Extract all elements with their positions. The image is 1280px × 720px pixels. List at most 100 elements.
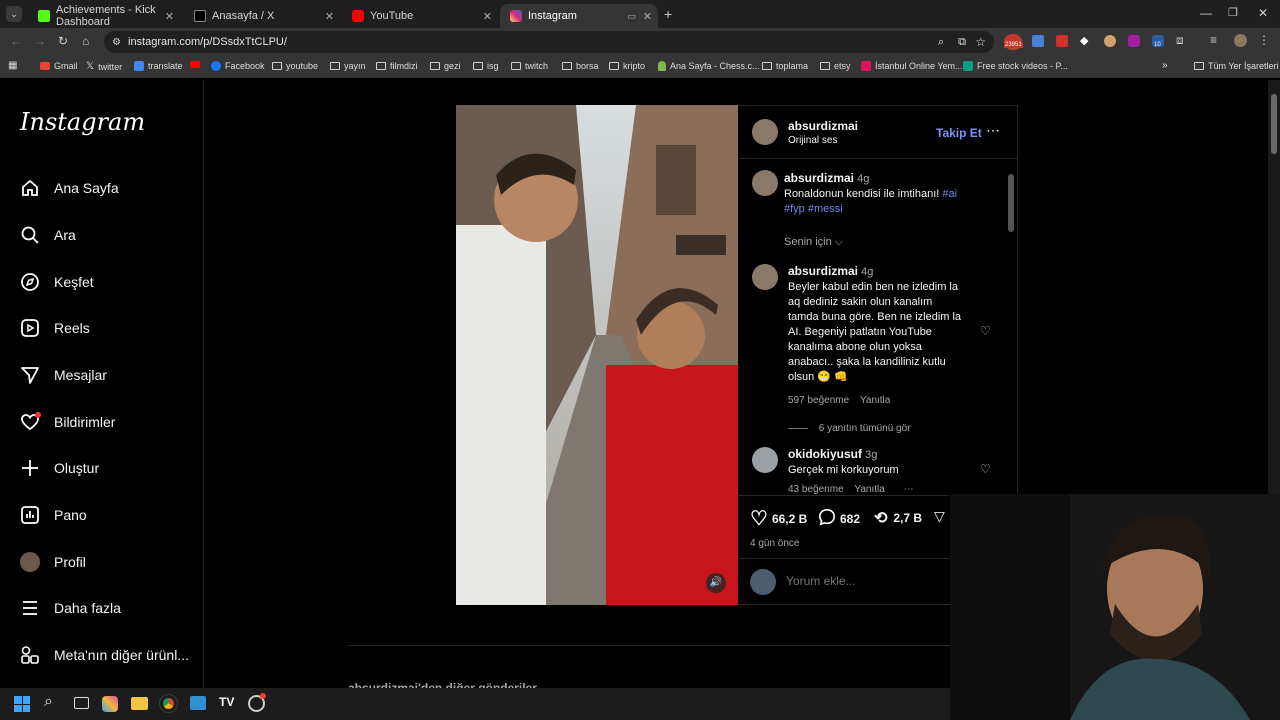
comment-button[interactable]: 682 — [818, 508, 860, 529]
close-icon[interactable]: ✕ — [165, 10, 174, 23]
comment-username[interactable]: absurdizmai — [788, 264, 858, 278]
nav-notifications[interactable]: Bildirimler — [20, 407, 115, 437]
extension-icon[interactable] — [1104, 35, 1116, 47]
bookmark-chess[interactable]: Ana Sayfa - Chess.c... — [658, 61, 760, 71]
bookmark-folder[interactable]: youtube — [272, 61, 318, 71]
tab-kick[interactable]: Achievements - Kick Dashboard ✕ — [28, 4, 180, 28]
forward-icon[interactable]: → — [34, 34, 46, 48]
tab-youtube[interactable]: YouTube ✕ — [342, 4, 498, 28]
install-app-icon[interactable]: ⧉ — [958, 36, 966, 49]
author-avatar[interactable] — [752, 119, 778, 145]
nav-messages[interactable]: Mesajlar — [20, 360, 107, 390]
close-window-button[interactable]: ✕ — [1258, 6, 1268, 20]
hashtag[interactable]: #messi — [808, 203, 843, 215]
nav-profile[interactable]: Profil — [20, 547, 86, 577]
audio-label[interactable]: Orijinal ses — [788, 135, 837, 146]
bookmark-folder[interactable]: twitch — [511, 61, 548, 71]
extension-icon[interactable] — [1128, 35, 1140, 47]
comment-filter[interactable]: Senin için ⌵ — [784, 236, 843, 249]
kebab-menu-icon[interactable]: ⋮ — [1258, 33, 1270, 47]
address-bar[interactable]: ⚙ instagram.com/p/DSsdxTtCLPU/ ⌕ ⧉ ☆ — [104, 31, 994, 53]
share-icon[interactable]: ▽ — [934, 508, 945, 525]
puzzle-icon[interactable]: ⧈ — [1176, 33, 1184, 48]
bookmark-folder[interactable]: yayın — [330, 61, 366, 71]
adblock-extension-icon[interactable] — [1056, 35, 1068, 47]
comments-list[interactable]: absurdizmai 4g Ronaldonun kendisi ile im… — [738, 160, 1018, 494]
follow-button[interactable]: Takip Et — [936, 126, 982, 140]
copilot-icon[interactable] — [102, 696, 118, 712]
mute-icon[interactable]: 🔊 — [706, 573, 726, 593]
hashtag[interactable]: #ai — [942, 188, 957, 200]
nav-explore[interactable]: Keşfet — [20, 267, 94, 297]
bookmark-folder[interactable]: etsy — [820, 61, 851, 71]
reload-icon[interactable]: ↻ — [58, 34, 68, 48]
nav-meta-apps[interactable]: Meta'nın diğer ürünl... — [20, 640, 189, 670]
comment-likes[interactable]: 43 beğenme — [788, 484, 844, 494]
translate-extension-icon[interactable] — [1032, 35, 1044, 47]
nav-dashboard[interactable]: Pano — [20, 500, 87, 530]
comments-scrollbar[interactable] — [1008, 164, 1014, 490]
bookmark-yemeksepeti[interactable]: İstanbul Online Yem... — [861, 61, 963, 71]
comment-username[interactable]: okidokiyusuf — [788, 447, 862, 461]
back-icon[interactable]: ← — [10, 34, 22, 48]
close-icon[interactable]: ✕ — [643, 10, 652, 23]
close-icon[interactable]: ✕ — [325, 10, 334, 23]
maximize-button[interactable]: ❐ — [1228, 6, 1238, 19]
zoom-icon[interactable]: ⌕ — [938, 36, 944, 49]
reply-button[interactable]: Yanıtla — [860, 395, 890, 406]
comment-likes[interactable]: 597 beğenme — [788, 395, 849, 406]
author-username[interactable]: absurdizmai — [788, 119, 858, 133]
caption-avatar[interactable] — [752, 170, 778, 196]
all-bookmarks[interactable]: Tüm Yer İşaretleri — [1194, 61, 1279, 71]
bookmark-folder[interactable]: kripto — [609, 61, 645, 71]
site-settings-icon[interactable]: ⚙ — [112, 37, 121, 48]
bookmark-facebook[interactable]: Facebook — [211, 61, 265, 71]
home-icon[interactable]: ⌂ — [82, 34, 89, 48]
repost-button[interactable]: ⟲ 2,7 B — [874, 508, 922, 528]
bookmark-gmail[interactable]: Gmail — [40, 61, 78, 71]
caption-username[interactable]: absurdizmai — [784, 171, 854, 185]
search-icon[interactable]: ⌕ — [44, 693, 53, 711]
bookmark-youtube[interactable] — [190, 61, 200, 68]
tab-x[interactable]: Anasayfa / X ✕ — [184, 4, 340, 28]
minimize-button[interactable]: — — [1200, 6, 1212, 20]
bookmark-star-icon[interactable]: ☆ — [975, 35, 986, 49]
like-comment-icon[interactable]: ♡ — [980, 462, 991, 476]
bookmark-folder[interactable]: filmdizi — [376, 61, 418, 71]
task-view-icon[interactable] — [74, 697, 89, 709]
tradingview-icon[interactable]: TV — [219, 695, 234, 709]
close-icon[interactable]: ✕ — [483, 10, 492, 23]
like-button[interactable]: ♡ 66,2 B — [750, 506, 807, 531]
nav-home[interactable]: Ana Sayfa — [20, 173, 119, 203]
bookmark-folder[interactable]: isg — [473, 61, 499, 71]
view-replies-button[interactable]: 6 yanıtın tümünü gör — [788, 423, 911, 434]
tab-list-button[interactable]: ⌄ — [6, 6, 22, 22]
windows-start-icon[interactable] — [14, 696, 30, 712]
bookmark-folder[interactable]: gezi — [430, 61, 461, 71]
post-options-icon[interactable]: ⋯ — [986, 122, 1000, 139]
bookmark-twitter[interactable]: 𝕏twitter — [86, 61, 122, 72]
comment-options-icon[interactable]: ⋯ — [904, 484, 914, 494]
chrome-icon[interactable] — [159, 694, 178, 713]
instagram-logo[interactable]: Instagram — [20, 108, 145, 136]
nav-create[interactable]: Oluştur — [20, 453, 99, 483]
diamond-extension-icon[interactable]: ◆ — [1080, 34, 1088, 47]
more-bookmarks-icon[interactable]: » — [1162, 60, 1168, 71]
nav-more[interactable]: Daha fazla — [20, 593, 121, 623]
bookmark-pexels[interactable]: Free stock videos - P... — [963, 61, 1068, 71]
like-comment-icon[interactable]: ♡ — [980, 324, 991, 338]
hashtag[interactable]: #fyp — [784, 203, 805, 215]
comment-avatar[interactable] — [752, 264, 778, 290]
nav-search[interactable]: Ara — [20, 220, 76, 250]
new-tab-button[interactable]: + — [664, 6, 672, 22]
reply-button[interactable]: Yanıtla — [854, 484, 884, 494]
bookmark-folder[interactable]: borsa — [562, 61, 599, 71]
bookmark-translate[interactable]: translate — [134, 61, 183, 71]
bookmark-folder[interactable]: toplama — [762, 61, 808, 71]
profile-avatar-icon[interactable] — [1234, 34, 1247, 47]
media-control-icon[interactable]: ≡ — [1210, 33, 1217, 47]
app-icon[interactable] — [190, 696, 206, 710]
comment-avatar[interactable] — [752, 447, 778, 473]
file-explorer-icon[interactable] — [131, 697, 148, 710]
tab-instagram[interactable]: Instagram ▭ ✕ — [500, 4, 658, 28]
